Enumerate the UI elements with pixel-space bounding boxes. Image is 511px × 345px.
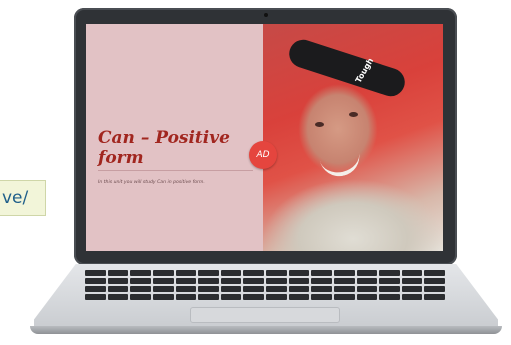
keyboard-key [220, 294, 242, 300]
photo-eye-left [315, 122, 324, 127]
keyboard [85, 270, 445, 300]
keyboard-key [356, 294, 378, 300]
keyboard-key [152, 286, 174, 292]
photo-headband [285, 36, 409, 100]
laptop: Can – Positive form In this unit you wil… [0, 0, 511, 345]
keyboard-key [220, 270, 242, 276]
keyboard-key [266, 286, 287, 292]
trackpad [190, 307, 340, 323]
keyboard-key [85, 286, 106, 292]
keyboard-key [107, 286, 129, 292]
keyboard-key [288, 278, 310, 284]
keyboard-key [401, 270, 423, 276]
keyboard-key [198, 286, 219, 292]
slide-title: Can – Positive form [98, 128, 230, 168]
keyboard-key [85, 278, 106, 284]
keyboard-key [379, 278, 400, 284]
slide-photo: Tough [263, 24, 443, 251]
keyboard-key [220, 278, 242, 284]
keyboard-key [175, 286, 197, 292]
keyboard-key [130, 294, 151, 300]
laptop-screen: Can – Positive form In this unit you wil… [86, 24, 443, 251]
keyboard-key [266, 278, 287, 284]
keyboard-key [85, 270, 106, 276]
keyboard-key [243, 278, 264, 284]
keyboard-key [311, 278, 332, 284]
photo-eye-right [349, 112, 358, 117]
keyboard-key [424, 270, 445, 276]
keyboard-key [175, 278, 197, 284]
keyboard-key [243, 294, 264, 300]
keyboard-key [130, 278, 151, 284]
keyboard-key [107, 278, 129, 284]
keyboard-key [220, 286, 242, 292]
slide-divider [98, 170, 253, 171]
keyboard-key [333, 278, 355, 284]
keyboard-key [311, 294, 332, 300]
keyboard-key [311, 286, 332, 292]
keyboard-key [85, 294, 106, 300]
keyboard-key [152, 278, 174, 284]
keyboard-key [107, 294, 129, 300]
keyboard-key [356, 278, 378, 284]
keyboard-key [130, 270, 151, 276]
badge: AD [249, 141, 277, 169]
keyboard-key [356, 286, 378, 292]
keyboard-key [424, 278, 445, 284]
keyboard-key [243, 270, 264, 276]
keyboard-key [152, 270, 174, 276]
keyboard-key [401, 286, 423, 292]
keyboard-key [266, 294, 287, 300]
keyboard-key [424, 286, 445, 292]
keyboard-key [379, 294, 400, 300]
keyboard-key [311, 270, 332, 276]
keyboard-key [266, 270, 287, 276]
keyboard-key [130, 286, 151, 292]
photo-smile [318, 148, 364, 180]
keyboard-key [152, 294, 174, 300]
keyboard-key [333, 286, 355, 292]
keyboard-key [243, 286, 264, 292]
keyboard-key [424, 294, 445, 300]
keyboard-key [401, 294, 423, 300]
keyboard-key [198, 270, 219, 276]
slide-subtitle: In this unit you will study Can in posit… [98, 180, 205, 185]
webcam-icon [264, 13, 268, 17]
keyboard-key [175, 270, 197, 276]
keyboard-key [198, 278, 219, 284]
keyboard-key [333, 270, 355, 276]
keyboard-key [107, 270, 129, 276]
keyboard-key [288, 270, 310, 276]
keyboard-key [379, 286, 400, 292]
keyboard-key [198, 294, 219, 300]
keyboard-key [333, 294, 355, 300]
keyboard-key [288, 286, 310, 292]
keyboard-key [401, 278, 423, 284]
laptop-base-lip [30, 326, 502, 334]
keyboard-key [356, 270, 378, 276]
keyboard-key [175, 294, 197, 300]
keyboard-key [379, 270, 400, 276]
keyboard-key [288, 294, 310, 300]
